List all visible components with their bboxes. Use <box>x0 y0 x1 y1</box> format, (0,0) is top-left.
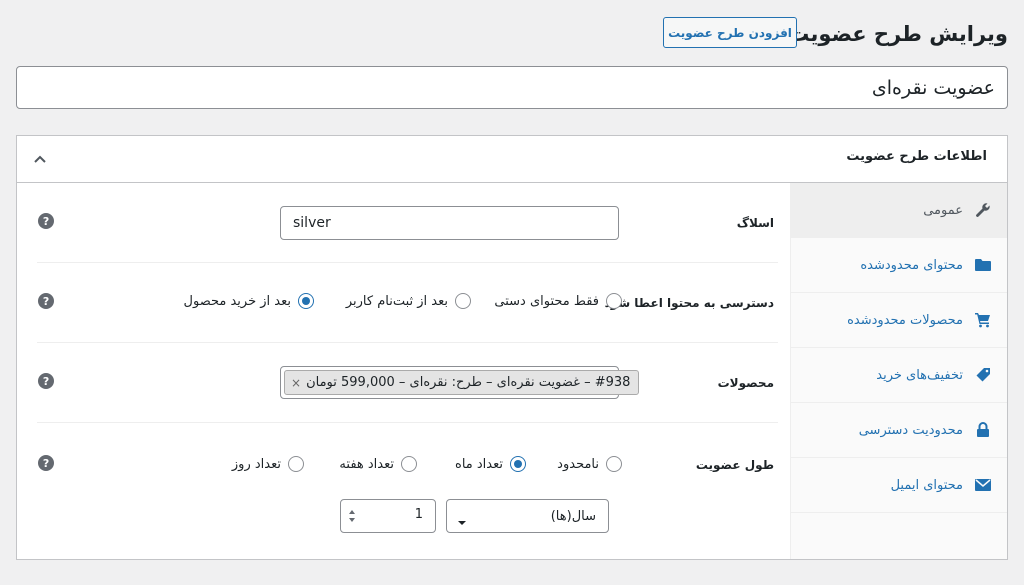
add-membership-plan-button[interactable]: افزودن طرح عضویت <box>663 17 797 48</box>
tab-general[interactable]: عمومی <box>790 183 1007 238</box>
divider <box>37 342 778 343</box>
radio-months[interactable]: تعداد ماه <box>455 456 526 472</box>
product-chip: × #938 – غضویت نقره‌ای – طرح: نقره‌ای – … <box>284 370 640 395</box>
radio-after-purchase[interactable]: بعد از خرید محصول <box>184 293 314 309</box>
radio-circle[interactable] <box>401 456 417 472</box>
tab-email-content[interactable]: محتوای ایمیل <box>790 458 1007 513</box>
radio-label: تعداد هفته <box>339 456 394 472</box>
radio-circle-checked[interactable] <box>510 456 526 472</box>
period-select-value: سال(ها) <box>550 508 596 524</box>
tab-label: محتوای ایمیل <box>890 477 963 493</box>
radio-circle-checked[interactable] <box>298 293 314 309</box>
period-select[interactable]: سال(ها) <box>446 499 609 533</box>
radio-label: تعداد روز <box>231 456 281 472</box>
metabox-title: اطلاعات طرح عضویت <box>846 149 987 164</box>
products-select[interactable]: × #938 – غضویت نقره‌ای – طرح: نقره‌ای – … <box>280 366 640 399</box>
products-label: محصولات <box>717 376 774 390</box>
slug-input[interactable] <box>280 206 619 240</box>
email-icon <box>973 475 993 495</box>
radio-circle[interactable] <box>288 456 304 472</box>
membership-plan-data-metabox: اطلاعات طرح عضویت عمومی محتوای محدودشده … <box>16 135 1008 560</box>
radio-unlimited[interactable]: نامحدود <box>557 456 622 472</box>
tab-label: عمومی <box>923 202 963 218</box>
page-title: ویرایش طرح عضویت <box>788 22 1008 46</box>
plan-title-input[interactable] <box>16 66 1008 109</box>
radio-label: تعداد ماه <box>455 456 503 472</box>
radio-manual-only[interactable]: فقط محتوای دستی <box>494 293 622 309</box>
caret-down-icon <box>457 512 467 531</box>
folder-icon <box>973 255 993 275</box>
tab-restricted-content[interactable]: محتوای محدودشده <box>790 238 1007 293</box>
tab-label: تخفیف‌های خرید <box>876 367 963 383</box>
metabox-header: اطلاعات طرح عضویت <box>17 136 1007 183</box>
close-icon[interactable]: × <box>291 376 301 390</box>
product-chip-text: #938 – غضویت نقره‌ای – طرح: نقره‌ای – 59… <box>306 375 631 390</box>
divider <box>37 422 778 423</box>
wrench-icon <box>973 200 993 220</box>
radio-days[interactable]: تعداد روز <box>232 456 304 472</box>
membership-length-label: طول عضویت <box>695 458 774 472</box>
radio-circle[interactable] <box>606 456 622 472</box>
radio-label: نامحدود <box>557 456 599 472</box>
lock-icon <box>973 420 993 440</box>
radio-label: بعد از خرید محصول <box>183 293 291 309</box>
amount-value: 1 <box>414 507 423 522</box>
tab-label: محتوای محدودشده <box>860 257 963 273</box>
chevron-up-icon[interactable] <box>28 147 52 171</box>
help-icon[interactable]: ? <box>38 213 54 229</box>
cart-icon <box>973 310 993 330</box>
tab-label: محصولات محدودشده <box>847 312 963 328</box>
spinner-arrows-icon[interactable] <box>347 506 357 526</box>
slug-label: اسلاگ <box>736 216 774 230</box>
radio-label: بعد از ثبت‌نام کاربر <box>345 293 448 309</box>
help-icon[interactable]: ? <box>38 293 54 309</box>
radio-after-registration[interactable]: بعد از ثبت‌نام کاربر <box>346 293 471 309</box>
divider <box>37 262 778 263</box>
tab-label: محدودیت دسترسی <box>858 422 963 438</box>
tab-restricted-products[interactable]: محصولات محدودشده <box>790 293 1007 348</box>
tab-purchase-discounts[interactable]: تخفیف‌های خرید <box>790 348 1007 403</box>
help-icon[interactable]: ? <box>38 373 54 389</box>
radio-circle[interactable] <box>455 293 471 309</box>
radio-circle[interactable] <box>606 293 622 309</box>
amount-input[interactable]: 1 <box>340 499 436 533</box>
radio-weeks[interactable]: تعداد هفته <box>339 456 417 472</box>
tab-access-restriction[interactable]: محدودیت دسترسی <box>790 403 1007 458</box>
help-icon[interactable]: ? <box>38 455 54 471</box>
access-label: دسترسی به محتوا اعطا شود <box>604 296 774 310</box>
tag-icon <box>973 365 993 385</box>
radio-label: فقط محتوای دستی <box>494 293 599 309</box>
tabs-sidebar: عمومی محتوای محدودشده محصولات محدودشده ت… <box>790 183 1007 559</box>
